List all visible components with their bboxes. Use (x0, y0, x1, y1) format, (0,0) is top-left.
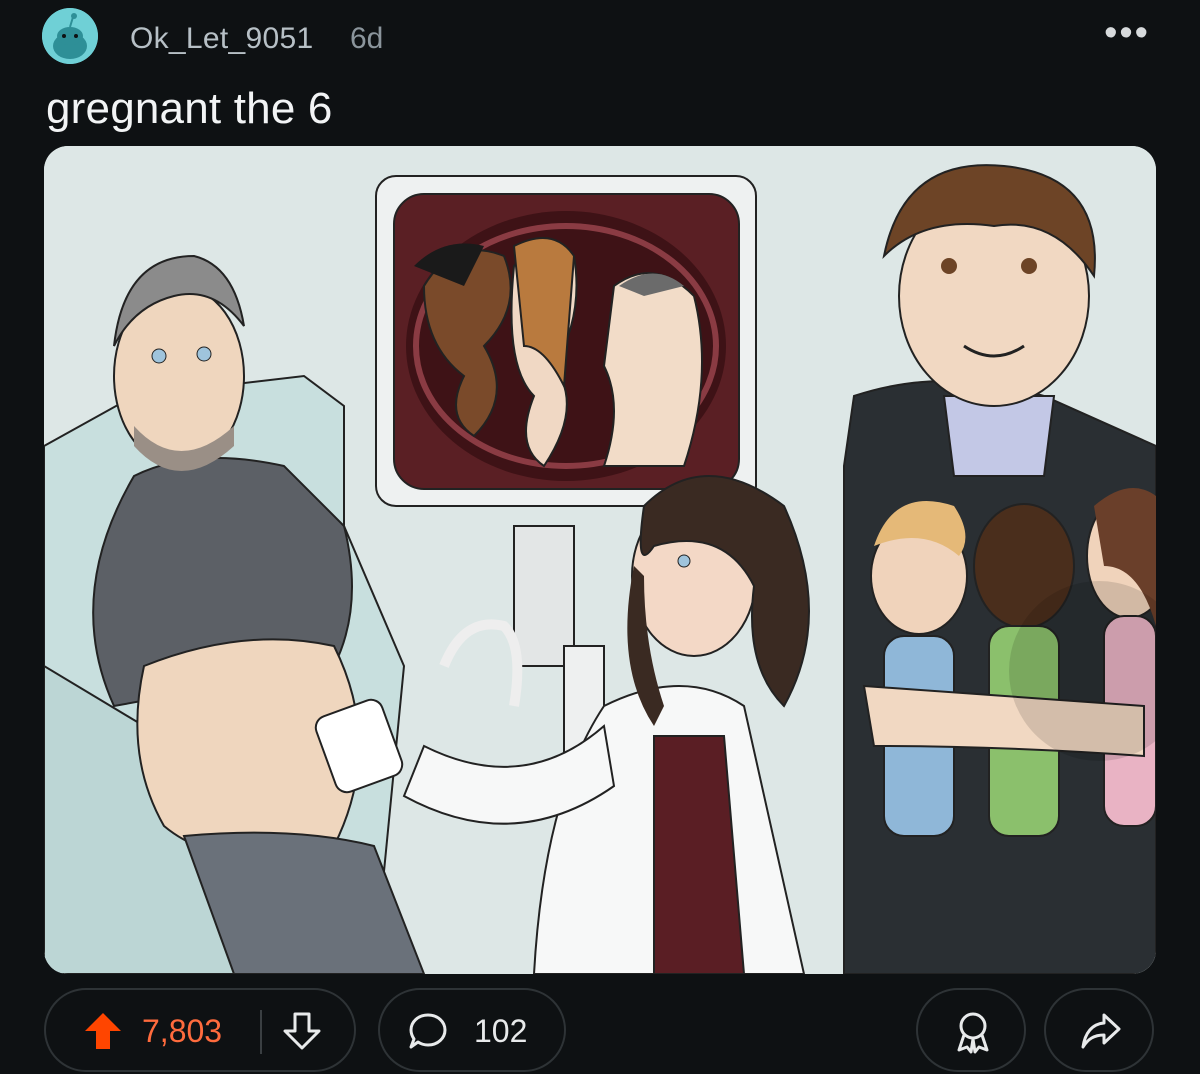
speech-bubble-icon (408, 1011, 448, 1056)
username-link[interactable]: Ok_Let_9051 (130, 22, 313, 56)
vote-divider (260, 1010, 262, 1054)
award-icon (952, 1010, 994, 1059)
vote-control: 7,803 (44, 988, 356, 1072)
snoo-avatar-icon (42, 8, 98, 64)
share-icon (1080, 1011, 1122, 1056)
comment-count: 102 (474, 1013, 528, 1049)
post-age: 6d (350, 22, 384, 55)
cartoon-illustration (44, 146, 1156, 974)
vote-count: 7,803 (142, 1013, 223, 1049)
post-header: Ok_Let_9051 6d ••• (42, 8, 1162, 64)
user-avatar[interactable] (42, 8, 98, 64)
post-title: gregnant the 6 (46, 84, 333, 133)
comments-button[interactable]: 102 (378, 988, 566, 1072)
post-image[interactable] (44, 146, 1156, 974)
award-button[interactable] (916, 988, 1026, 1072)
more-options-button[interactable]: ••• (1104, 14, 1150, 52)
share-button[interactable] (1044, 988, 1154, 1072)
arrow-up-icon (85, 1013, 121, 1049)
post-action-bar: 7,803 102 (44, 988, 1156, 1074)
upvote-button[interactable] (82, 1010, 124, 1057)
arrow-down-icon (283, 1012, 321, 1050)
downvote-button[interactable] (282, 1011, 322, 1056)
